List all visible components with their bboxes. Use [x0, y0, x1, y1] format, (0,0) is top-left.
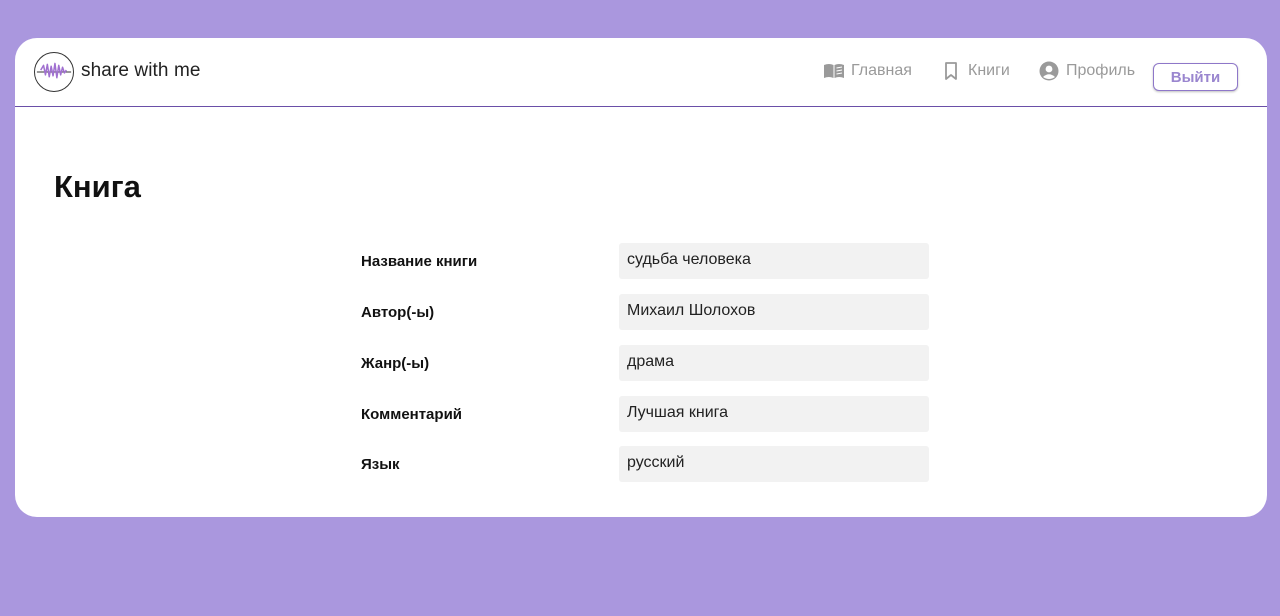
user-circle-icon [1038, 61, 1060, 81]
bookmark-icon [940, 61, 962, 81]
nav-home[interactable]: Главная [823, 60, 912, 82]
nav-books[interactable]: Книги [940, 60, 1010, 82]
field-label-genre: Жанр(-ы) [361, 355, 430, 372]
nav-home-label: Главная [851, 62, 912, 79]
nav-profile-label: Профиль [1066, 62, 1136, 79]
page-title: Книга [54, 169, 141, 204]
field-label-comment: Комментарий [361, 406, 463, 423]
field-value-genre[interactable]: драма [619, 345, 929, 381]
field-label-author: Автор(-ы) [361, 304, 435, 321]
field-value-author[interactable]: Михаил Шолохов [619, 294, 929, 330]
field-row-comment: Комментарий Лучшая книга [15, 396, 1267, 432]
field-row-genre: Жанр(-ы) драма [15, 345, 1267, 381]
field-label-language: Язык [361, 456, 400, 473]
brand-name[interactable]: share with me [81, 60, 201, 82]
field-value-title[interactable]: судьба человека [619, 243, 929, 279]
main-card: share with me Главная Книги Профиль Выйт… [15, 38, 1267, 517]
field-label-title: Название книги [361, 253, 478, 270]
field-value-language[interactable]: русский [619, 446, 929, 482]
field-row-author: Автор(-ы) Михаил Шолохов [15, 294, 1267, 330]
nav-books-label: Книги [968, 62, 1010, 79]
open-book-icon [823, 61, 845, 81]
logo-icon[interactable] [34, 52, 74, 92]
field-value-comment[interactable]: Лучшая книга [619, 396, 929, 432]
logout-button[interactable]: Выйти [1153, 63, 1238, 91]
field-row-language: Язык русский [15, 446, 1267, 482]
nav-profile[interactable]: Профиль [1038, 60, 1135, 82]
field-row-title: Название книги судьба человека [15, 243, 1267, 279]
header: share with me Главная Книги Профиль Выйт… [15, 38, 1267, 107]
